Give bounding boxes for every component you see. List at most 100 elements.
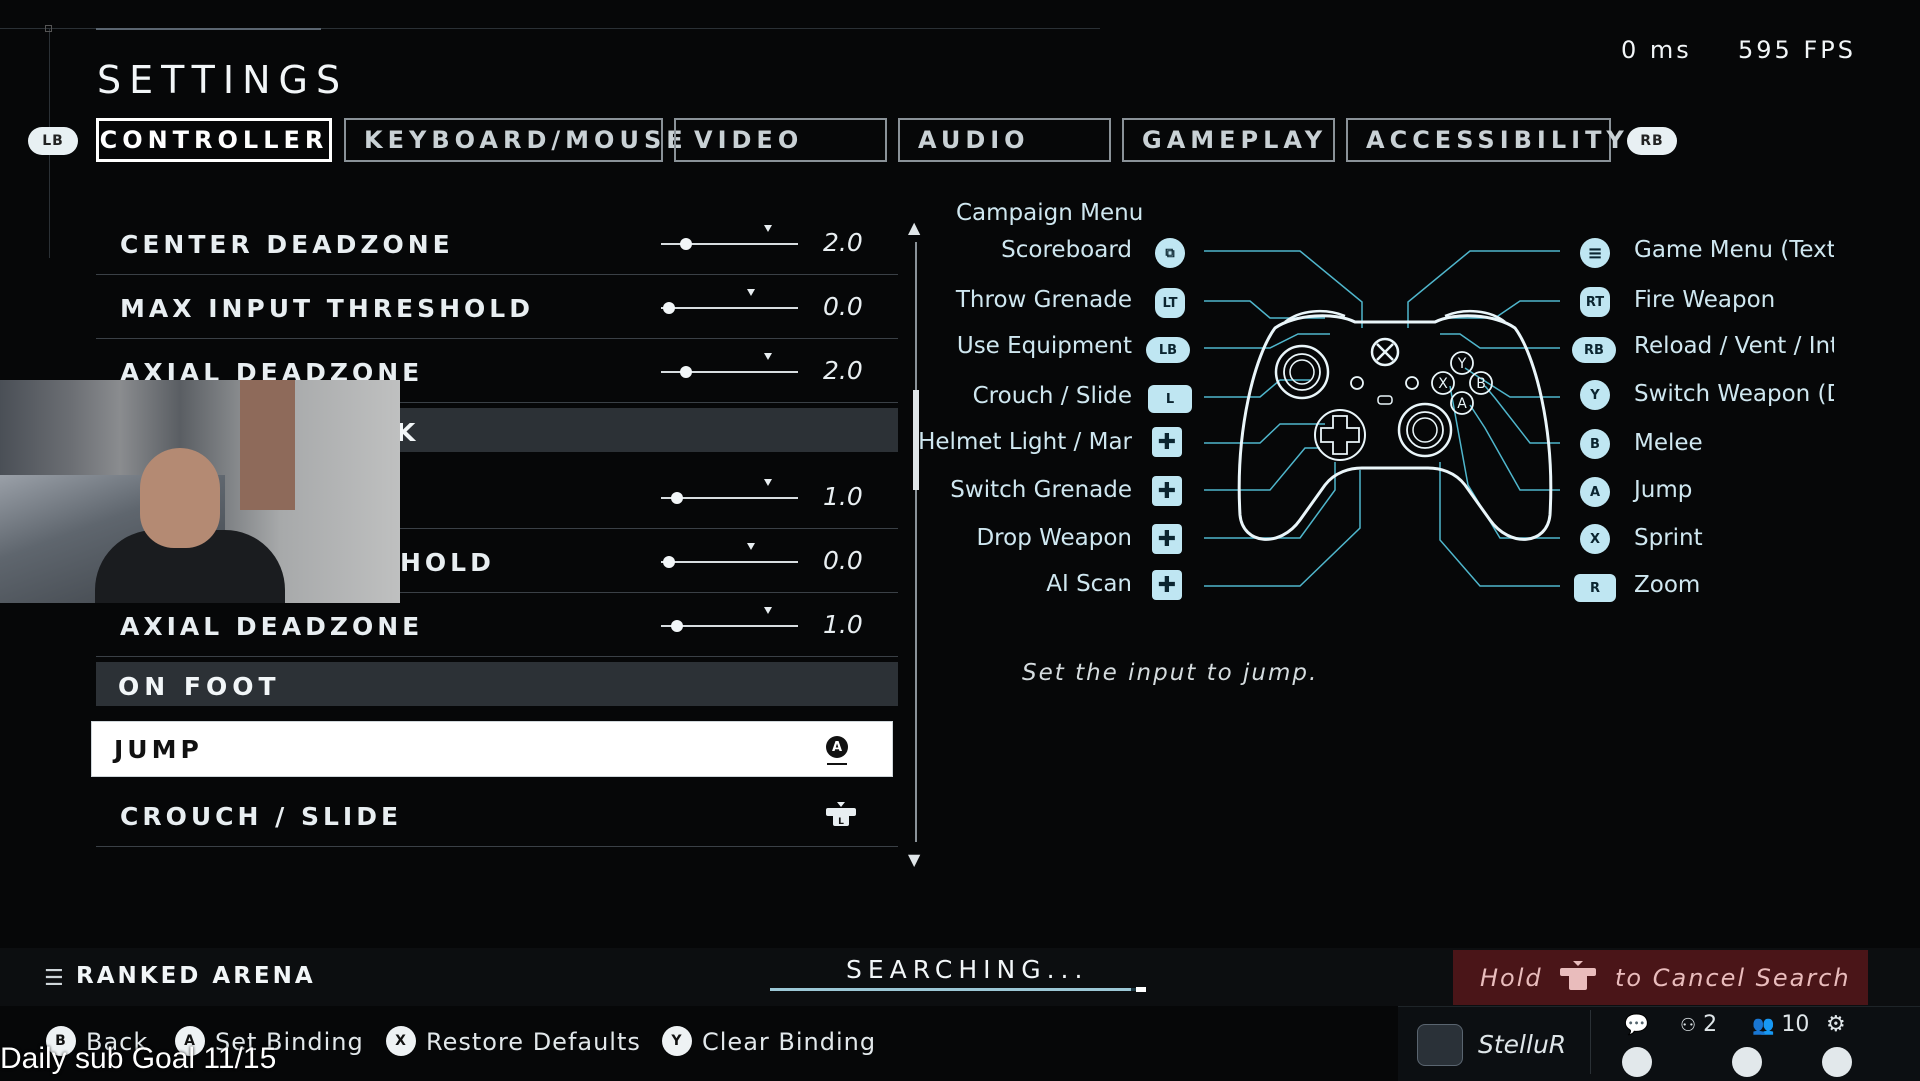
latency-readout: 0 ms bbox=[1621, 36, 1692, 64]
playlist-label: ☰ RANKED ARENA bbox=[44, 963, 316, 991]
player-emblem-avatar[interactable] bbox=[1417, 1024, 1463, 1066]
diagram-label-helmet-light: Helmet Light / Mar bbox=[918, 429, 1132, 455]
default-marker bbox=[763, 225, 772, 232]
hint-label: Clear Binding bbox=[702, 1028, 877, 1056]
search-progress-end bbox=[1136, 987, 1146, 992]
chat-icon[interactable]: 💬 bbox=[1624, 1012, 1649, 1036]
setting-slider[interactable] bbox=[661, 607, 798, 632]
diagram-label-fire-weapon: Fire Weapon bbox=[1634, 287, 1776, 313]
setting-value: 2.0 bbox=[823, 228, 863, 257]
left-stick-click-icon: L bbox=[826, 802, 856, 827]
dpad-up-icon: ✚ bbox=[1152, 427, 1182, 457]
slider-knob[interactable] bbox=[679, 238, 692, 250]
setting-slider[interactable] bbox=[661, 543, 798, 568]
b-button-icon: B bbox=[1580, 429, 1610, 459]
lb-bumper-icon: LB bbox=[1146, 337, 1190, 363]
x-button-icon: X bbox=[1580, 524, 1610, 554]
setting-row[interactable]: MAX INPUT THRESHOLD 0.0 bbox=[96, 276, 898, 339]
scroll-up-arrow-icon[interactable]: ▲ bbox=[908, 218, 920, 237]
setting-value: 0.0 bbox=[823, 292, 863, 321]
diagram-label-switch-weapon: Switch Weapon (Dr bbox=[1634, 381, 1834, 407]
tab-audio[interactable]: AUDIO bbox=[898, 118, 1111, 162]
rt-trigger-icon: RT bbox=[1580, 287, 1610, 317]
setting-label: CENTER DEADZONE bbox=[120, 230, 454, 259]
cancel-hold-label: Hold bbox=[1480, 964, 1543, 992]
tab-controller[interactable]: CONTROLLER bbox=[96, 118, 332, 162]
search-progress-fill bbox=[770, 988, 1131, 991]
menu-button-icon: ≡ bbox=[1580, 238, 1610, 268]
binding-label: JUMP bbox=[114, 735, 203, 764]
hint-restore-defaults[interactable]: X Restore Defaults bbox=[386, 1026, 641, 1056]
cancel-search-button[interactable]: Hold to Cancel Search bbox=[1453, 950, 1868, 1005]
friends-icon: 👥 bbox=[1752, 1015, 1775, 1036]
gear-icon[interactable]: ⚙ bbox=[1826, 1012, 1846, 1037]
webcam-background bbox=[240, 380, 295, 510]
tab-keyboard-mouse[interactable]: KEYBOARD/MOUSE bbox=[344, 118, 683, 162]
friends-online: 10 bbox=[1781, 1012, 1810, 1037]
diagram-label-switch-grenade: Switch Grenade bbox=[950, 477, 1132, 503]
list-icon: ☰ bbox=[44, 966, 67, 991]
svg-text:L: L bbox=[838, 817, 844, 827]
lb-bumper-icon[interactable]: LB bbox=[28, 127, 78, 155]
setting-slider[interactable] bbox=[661, 353, 798, 378]
hint-label: Restore Defaults bbox=[426, 1028, 641, 1056]
dpad-left-icon: ✚ bbox=[1152, 476, 1182, 506]
default-marker bbox=[747, 289, 756, 296]
left-stick-click-icon: L bbox=[1148, 385, 1192, 413]
setting-slider[interactable] bbox=[661, 479, 798, 504]
setting-label: MAX INPUT THRESHOLD bbox=[120, 294, 534, 323]
search-status: SEARCHING... bbox=[846, 955, 1089, 984]
diagram-label-zoom: Zoom bbox=[1634, 572, 1701, 598]
binding-underline bbox=[827, 763, 847, 765]
slider-knob[interactable] bbox=[671, 492, 684, 504]
binding-description: Set the input to jump. bbox=[1022, 660, 1319, 686]
diagram-label-jump: Jump bbox=[1634, 477, 1693, 503]
default-marker bbox=[747, 543, 756, 550]
controller-y-label: Y bbox=[1457, 356, 1467, 372]
diagram-label-game-menu: Game Menu (Text bbox=[1634, 237, 1834, 263]
setting-value: 2.0 bbox=[823, 356, 863, 385]
slider-knob[interactable] bbox=[663, 556, 676, 568]
y-button-icon: Y bbox=[1580, 380, 1610, 410]
setting-slider[interactable] bbox=[661, 225, 798, 250]
cancel-rest-label: to Cancel Search bbox=[1615, 964, 1851, 992]
scroll-down-arrow-icon[interactable]: ▼ bbox=[908, 850, 920, 869]
setting-label: HOLD bbox=[400, 548, 495, 577]
setting-value: 1.0 bbox=[823, 610, 863, 639]
binding-row-jump[interactable]: JUMP A bbox=[91, 721, 893, 777]
slider-knob[interactable] bbox=[663, 302, 676, 314]
setting-row[interactable]: AXIAL DEADZONE 1.0 bbox=[96, 594, 898, 657]
tab-accessibility[interactable]: ACCESSIBILITY bbox=[1346, 118, 1624, 162]
x-button-icon: X bbox=[386, 1026, 416, 1056]
slider-knob[interactable] bbox=[671, 620, 684, 632]
scrollbar-track[interactable] bbox=[915, 242, 917, 842]
slider-knob[interactable] bbox=[679, 366, 692, 378]
diagram-label-use-equipment: Use Equipment bbox=[956, 333, 1132, 359]
diagram-label-melee: Melee bbox=[1634, 430, 1703, 456]
playlist-name: RANKED ARENA bbox=[76, 963, 316, 989]
default-marker bbox=[763, 607, 772, 614]
friends-count[interactable]: 👥 10 bbox=[1752, 1012, 1809, 1037]
hint-clear-binding[interactable]: Y Clear Binding bbox=[662, 1026, 877, 1056]
binding-label: CROUCH / SLIDE bbox=[120, 802, 403, 831]
binding-row-crouch[interactable]: CROUCH / SLIDE L bbox=[96, 784, 898, 847]
gamertag[interactable]: StelluR bbox=[1478, 1030, 1566, 1059]
rb-bumper-icon[interactable]: RB bbox=[1627, 127, 1677, 155]
tab-video[interactable]: VIDEO bbox=[674, 118, 887, 162]
fireteam-count[interactable]: ⚇ 2 bbox=[1680, 1012, 1717, 1037]
setting-row[interactable]: CENTER DEADZONE 2.0 bbox=[96, 212, 898, 275]
webcam-person-head bbox=[140, 448, 220, 548]
tab-gameplay[interactable]: GAMEPLAY bbox=[1122, 118, 1335, 162]
setting-label: AXIAL DEADZONE bbox=[120, 612, 424, 641]
default-marker bbox=[763, 353, 772, 360]
diagram-label-scoreboard: Scoreboard bbox=[1001, 237, 1132, 263]
setting-slider[interactable] bbox=[661, 289, 798, 314]
social-divider bbox=[1590, 1010, 1591, 1074]
diagram-label-reload: Reload / Vent / Int bbox=[1634, 333, 1834, 359]
view-button-icon bbox=[1732, 1047, 1762, 1077]
controller-diagram: Y X B A bbox=[1204, 250, 1560, 587]
diagram-label-ai-scan: AI Scan bbox=[1046, 571, 1132, 597]
diagram-label-sprint: Sprint bbox=[1634, 525, 1703, 551]
corner-marker bbox=[45, 25, 52, 32]
a-button-icon: A bbox=[1580, 477, 1610, 507]
